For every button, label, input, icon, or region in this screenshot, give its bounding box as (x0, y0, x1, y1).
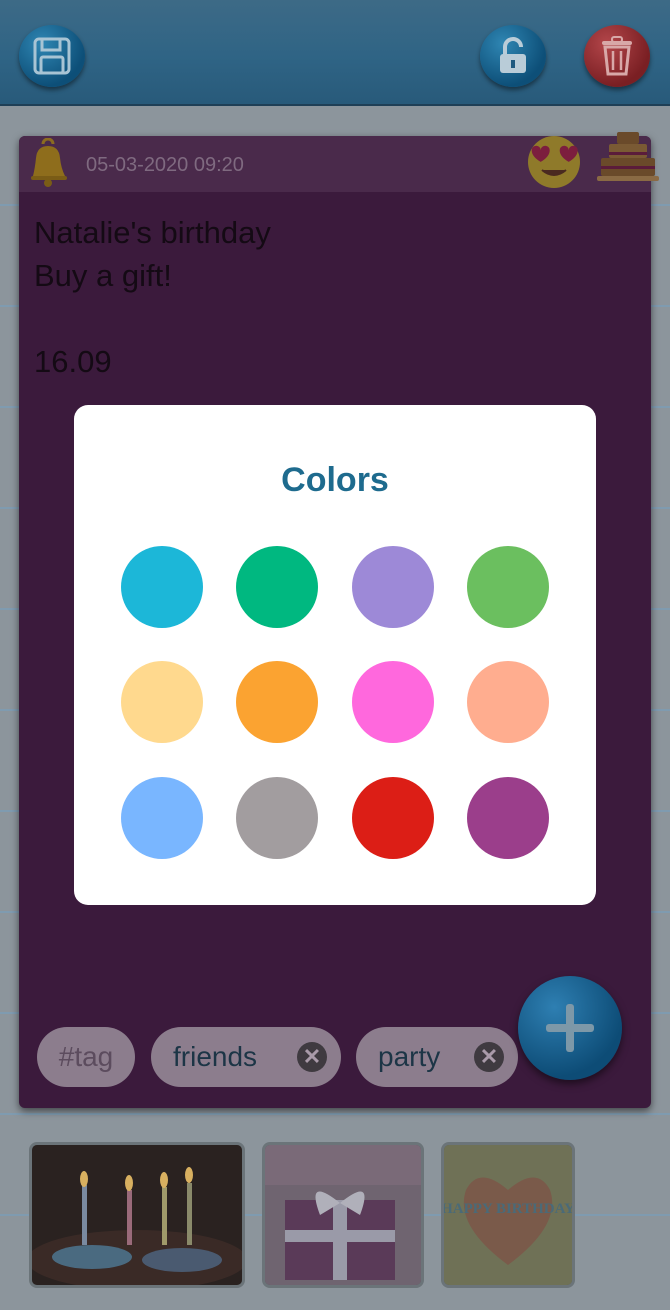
birthday-candles-image (32, 1145, 242, 1285)
delete-button[interactable] (584, 25, 650, 87)
thumbnail-happy-birthday-card[interactable]: HAPPY BIRTHDAY (441, 1142, 575, 1288)
color-swatch[interactable] (121, 546, 203, 628)
plus-icon (546, 1004, 594, 1052)
note-datetime: 05-03-2020 09:20 (86, 154, 244, 176)
note-line: 16.09 (34, 344, 112, 379)
card-caption: HAPPY BIRTHDAY (444, 1201, 572, 1217)
tag-input[interactable]: #tag (37, 1027, 135, 1087)
heart-eyes-emoji-icon[interactable] (524, 130, 584, 190)
color-swatch[interactable] (352, 661, 434, 743)
gift-box-image (265, 1145, 421, 1285)
tag-chip-party[interactable]: party ✕ (356, 1027, 518, 1087)
note-line: Buy a gift! (34, 258, 172, 293)
floppy-disk-icon (33, 37, 71, 75)
note-line (34, 297, 271, 340)
trash-icon (602, 36, 632, 76)
color-swatch[interactable] (352, 546, 434, 628)
remove-tag-icon[interactable]: ✕ (297, 1042, 327, 1072)
tag-chip-label: friends (173, 1041, 258, 1072)
unlock-icon (500, 37, 526, 73)
color-swatch[interactable] (236, 777, 318, 859)
add-button[interactable] (518, 976, 622, 1080)
tag-placeholder: #tag (58, 1041, 114, 1072)
remove-tag-icon[interactable]: ✕ (474, 1042, 504, 1072)
birthday-cake-icon[interactable] (595, 124, 661, 190)
color-swatch[interactable] (352, 777, 434, 859)
top-toolbar (0, 0, 670, 106)
happy-birthday-card-image: HAPPY BIRTHDAY (444, 1145, 572, 1285)
bell-icon[interactable] (25, 138, 73, 188)
save-button[interactable] (19, 25, 85, 87)
thumbnail-birthday-candles[interactable] (29, 1142, 245, 1288)
colors-dialog: Colors (74, 405, 596, 905)
color-swatch[interactable] (121, 661, 203, 743)
tag-chip-friends[interactable]: friends ✕ (151, 1027, 341, 1087)
note-body[interactable]: Natalie's birthday Buy a gift! 16.09 (34, 211, 271, 383)
note-header: 05-03-2020 09:20 (19, 132, 659, 192)
color-swatch[interactable] (467, 777, 549, 859)
thumbnail-gift-box[interactable] (262, 1142, 424, 1288)
note-line: Natalie's birthday (34, 215, 271, 250)
color-swatch[interactable] (121, 777, 203, 859)
color-swatch[interactable] (236, 546, 318, 628)
lock-button[interactable] (480, 25, 546, 87)
color-swatch[interactable] (467, 546, 549, 628)
color-swatch[interactable] (467, 661, 549, 743)
color-swatch[interactable] (236, 661, 318, 743)
dialog-title: Colors (281, 461, 389, 499)
tag-chip-label: party (378, 1041, 441, 1072)
